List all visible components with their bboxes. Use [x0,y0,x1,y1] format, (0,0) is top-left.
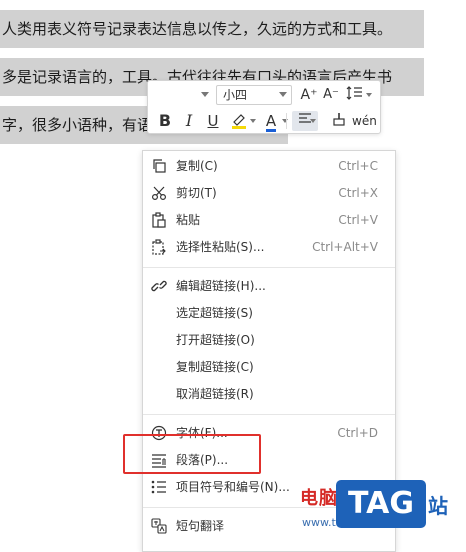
format-painter-button[interactable] [328,111,350,131]
selected-text-line-1[interactable]: 人类用表义符号记录表达信息以传之，久远的方式和工具。 [0,10,424,48]
watermark-logo: 电脑技术网 www.tagxp.com TAG 站 [300,478,466,552]
italic-icon: I [185,111,193,130]
shrink-font-button[interactable]: A⁻ [320,85,342,105]
chevron-down-icon [310,119,316,123]
font-color-button[interactable]: A [260,111,288,132]
menu-item-label: 选定超链接(S) [176,306,253,320]
menu-item-select-hyperlink[interactable]: 选定超链接(S) [143,300,395,327]
grow-font-icon: A⁺ [300,87,318,103]
menu-item-shortcut: Ctrl+Alt+V [312,240,378,254]
chevron-down-icon [250,119,256,123]
menu-item-label: 项目符号和编号(N)... [176,480,290,494]
chevron-down-icon [282,119,288,123]
menu-item-open-hyperlink[interactable]: 打开超链接(O) [143,327,395,354]
line-spacing-icon [346,86,362,100]
toolbar-row-format: B I U A wén [148,108,380,134]
scissors-icon [151,186,167,201]
shrink-font-icon: A⁻ [323,87,339,102]
font-color-icon: A [265,112,277,132]
menu-item-shortcut: Ctrl+C [338,159,378,173]
highlight-button[interactable] [228,111,256,131]
pinyin-guide-button[interactable]: wén [352,111,377,131]
underline-button[interactable]: U [202,111,224,131]
menu-item-label: 选择性粘贴(S)... [176,240,265,254]
menu-item-remove-hyperlink[interactable]: 取消超链接(R) [143,381,395,408]
line-spacing-button[interactable] [344,85,372,105]
paste-special-icon [152,239,166,255]
menu-item-label: 剪切(T) [176,186,217,200]
format-painter-icon [333,113,345,126]
floating-format-toolbar: 小四 A⁺ A⁻ B I U A wén [147,80,381,134]
menu-item-copy[interactable]: 复制(C) Ctrl+C [143,153,395,180]
toolbar-row-fonts: 小四 A⁺ A⁻ [148,82,380,108]
highlighter-icon [232,114,246,129]
font-family-select[interactable] [152,85,214,105]
grow-font-button[interactable]: A⁺ [298,85,320,105]
menu-item-copy-hyperlink[interactable]: 复制超链接(C) [143,354,395,381]
menu-separator [143,414,395,415]
watermark-tag-badge: TAG [336,480,426,528]
chevron-down-icon [279,92,287,97]
list-icon [151,480,166,494]
font-size-value: 小四 [223,88,248,102]
translate-icon [151,518,167,534]
menu-item-label: 复制(C) [176,159,218,173]
menu-item-label: 编辑超链接(H)... [176,279,266,293]
align-button[interactable] [292,111,318,131]
menu-separator [143,267,395,268]
menu-item-paste[interactable]: 粘贴 Ctrl+V [143,207,395,234]
highlight-box [123,434,261,474]
italic-button[interactable]: I [178,111,200,131]
menu-item-shortcut: Ctrl+D [337,426,378,440]
menu-item-paste-special[interactable]: 选择性粘贴(S)... Ctrl+Alt+V [143,234,395,261]
menu-item-label: 打开超链接(O) [176,333,255,347]
bold-icon: B [158,111,172,130]
menu-item-edit-hyperlink[interactable]: 编辑超链接(H)... [143,273,395,300]
copy-icon [153,159,166,173]
font-size-select[interactable]: 小四 [216,85,292,105]
chevron-down-icon [201,92,209,97]
bold-button[interactable]: B [154,111,176,131]
underline-icon: U [207,112,219,130]
menu-item-shortcut: Ctrl+V [338,213,378,227]
menu-item-shortcut: Ctrl+X [338,186,378,200]
menu-item-label: 短句翻译 [176,519,225,533]
menu-item-cut[interactable]: 剪切(T) Ctrl+X [143,180,395,207]
toolbar-divider [286,113,287,129]
menu-item-label: 取消超链接(R) [176,387,254,401]
menu-item-label: 粘贴 [176,213,201,227]
pinyin-icon: wén [352,114,377,128]
link-icon [151,280,167,292]
menu-item-label: 复制超链接(C) [176,360,254,374]
watermark-zhan: 站 [428,494,448,518]
chevron-down-icon [366,93,372,97]
paste-icon [152,212,166,228]
